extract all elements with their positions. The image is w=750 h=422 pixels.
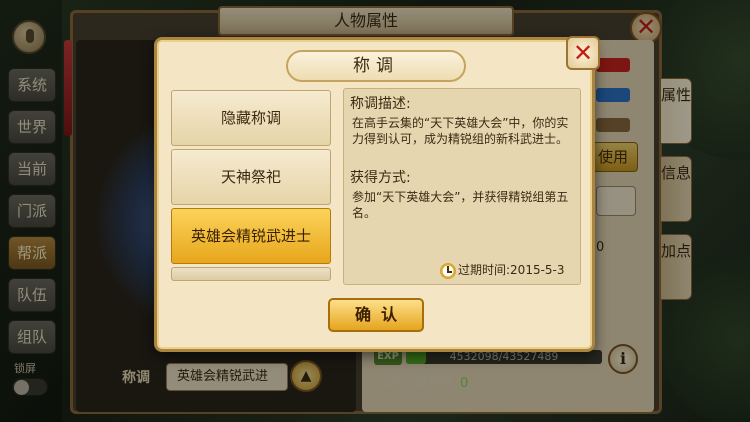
expiry-text: 过期时间:2015-5-3	[458, 263, 565, 277]
obtain-text: 参加“天下英雄大会”，并获得精锐组第五名。	[352, 190, 569, 220]
description-heading: 称调描述:	[350, 96, 411, 112]
dialog-title: 称调	[353, 56, 399, 76]
title-item-hero-elite[interactable]: 英雄会精锐武进士	[171, 208, 331, 264]
obtain-heading: 获得方式:	[350, 170, 411, 186]
expiry-row: 过期时间:2015-5-3	[440, 261, 565, 279]
title-item-placeholder	[171, 267, 331, 281]
title-list: 隐藏称调 天神祭祀 英雄会精锐武进士	[171, 90, 331, 323]
title-dialog: 称调 ✕ 隐藏称调 天神祭祀 英雄会精锐武进士 称调描述: 在高手云集的“天下英…	[154, 36, 600, 352]
dialog-title-plate: 称调	[286, 50, 466, 82]
clock-icon	[440, 262, 456, 279]
title-item-heavenly-sacrifice[interactable]: 天神祭祀	[171, 149, 331, 205]
title-item-hide[interactable]: 隐藏称调	[171, 90, 331, 146]
description-text: 在高手云集的“天下英雄大会”中，你的实力得到认可，成为精锐组的新科武进士。	[352, 116, 569, 146]
confirm-button[interactable]: 确认	[328, 298, 424, 332]
dialog-close-icon[interactable]: ✕	[566, 36, 600, 70]
title-description-box: 称调描述: 在高手云集的“天下英雄大会”中，你的实力得到认可，成为精锐组的新科武…	[343, 88, 581, 285]
